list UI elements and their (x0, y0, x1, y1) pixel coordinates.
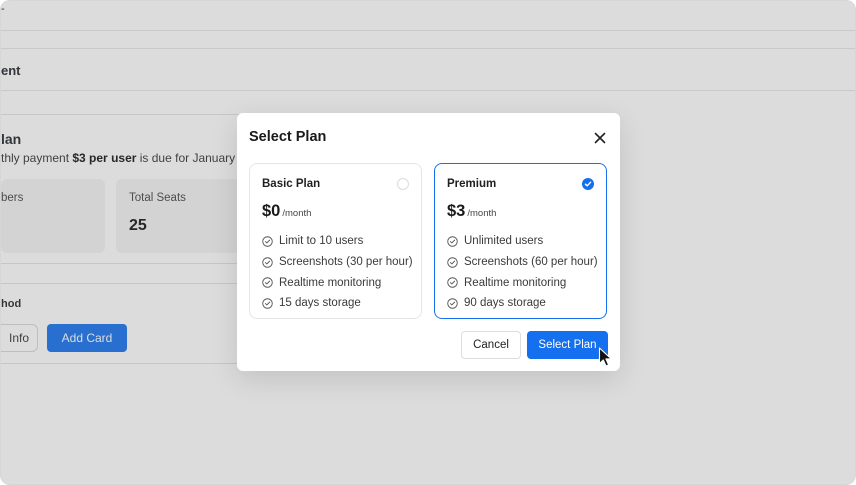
plan-name: Basic Plan (262, 178, 321, 190)
feature-text: 90 days storage (464, 297, 546, 310)
check-circle-icon (262, 298, 273, 309)
feature-text: Realtime monitoring (464, 276, 567, 289)
radio-checked-icon[interactable] (582, 178, 594, 190)
plan-price: $3 (447, 202, 466, 220)
plan-features: Unlimited users Screenshots (60 per hour… (447, 231, 598, 314)
feature-text: Screenshots (60 per hour) (464, 256, 598, 269)
feature-item: 15 days storage (262, 293, 413, 314)
check-circle-icon (447, 277, 458, 288)
select-plan-dialog: Select Plan Basic Plan $0/month Limit to… (237, 113, 620, 371)
feature-item: Unlimited users (447, 231, 598, 252)
plan-price-row: $3/month (447, 202, 496, 221)
plan-features: Limit to 10 users Screenshots (30 per ho… (262, 231, 413, 314)
plan-card-premium[interactable]: Premium $3/month Unlimited users Screens… (434, 163, 607, 319)
check-circle-icon (447, 236, 458, 247)
feature-item: Limit to 10 users (262, 231, 413, 252)
plan-card-basic[interactable]: Basic Plan $0/month Limit to 10 users Sc… (249, 163, 422, 319)
feature-item: Screenshots (60 per hour) (447, 252, 598, 273)
check-circle-icon (262, 236, 273, 247)
check-circle-icon (262, 277, 273, 288)
cancel-button[interactable]: Cancel (461, 331, 521, 359)
plan-period: /month (282, 208, 312, 219)
feature-text: Screenshots (30 per hour) (279, 256, 413, 269)
feature-text: Realtime monitoring (279, 276, 382, 289)
feature-text: Limit to 10 users (279, 235, 364, 248)
radio-unchecked-icon[interactable] (397, 178, 409, 190)
feature-item: Realtime monitoring (447, 272, 598, 293)
plan-period: /month (467, 208, 497, 219)
app-window: - ent lan thly payment $3 per user is du… (0, 0, 856, 485)
plan-price: $0 (262, 202, 281, 220)
feature-item: 90 days storage (447, 293, 598, 314)
feature-item: Realtime monitoring (262, 272, 413, 293)
feature-text: Unlimited users (464, 235, 544, 248)
feature-text: 15 days storage (279, 297, 361, 310)
plan-name: Premium (447, 178, 497, 190)
mouse-pointer-icon (598, 347, 614, 368)
plan-price-row: $0/month (262, 202, 311, 221)
check-circle-icon (447, 256, 458, 268)
check-circle-icon (262, 256, 273, 268)
select-plan-button[interactable]: Select Plan (527, 331, 608, 359)
check-circle-icon (447, 298, 458, 309)
feature-item: Screenshots (30 per hour) (262, 252, 413, 273)
close-icon[interactable] (593, 131, 607, 145)
dialog-title: Select Plan (249, 129, 327, 145)
